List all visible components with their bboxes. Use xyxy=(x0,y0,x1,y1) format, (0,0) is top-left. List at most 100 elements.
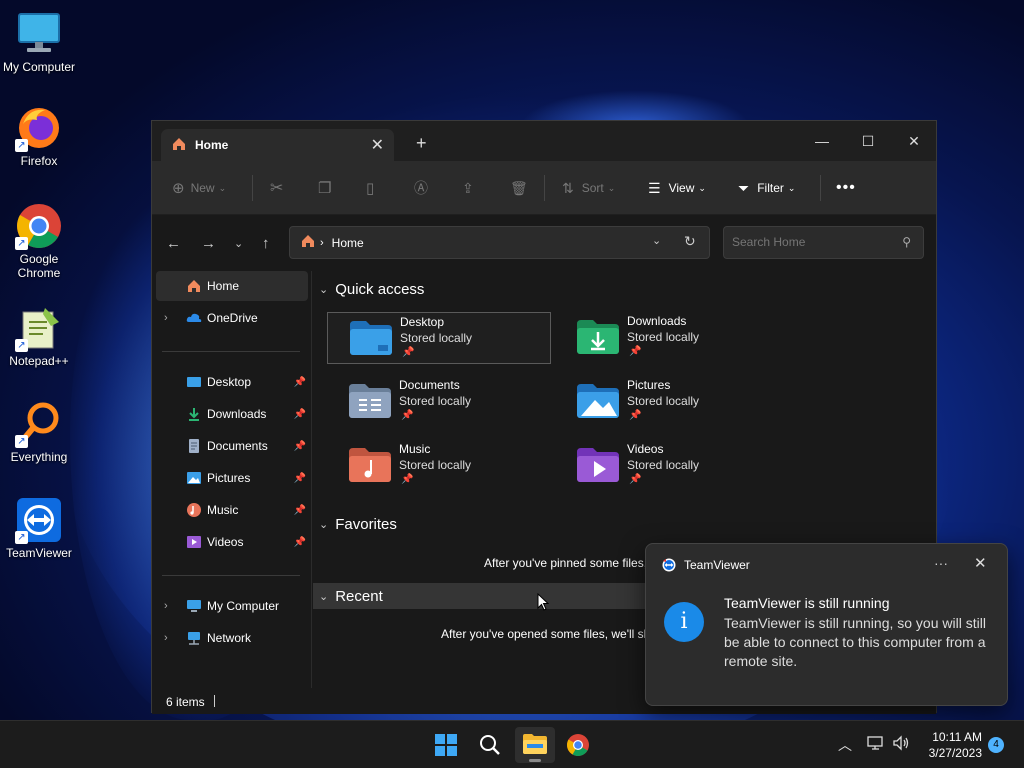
scissors-icon: ✂ xyxy=(270,180,284,197)
item-status: Stored locally xyxy=(399,458,472,472)
notification-toast[interactable]: TeamViewer ··· ✕ i TeamViewer is still r… xyxy=(645,543,1008,706)
sort-button[interactable]: ⇅ Sort ⌄ xyxy=(562,177,615,199)
search-button[interactable] xyxy=(470,727,510,763)
sidebar-item-desktop[interactable]: Desktop 📌 xyxy=(156,367,308,397)
desktop-icon-chrome[interactable]: ↗ Google Chrome xyxy=(0,202,78,280)
section-title: Quick access xyxy=(335,281,425,298)
new-tab-icon[interactable]: + xyxy=(416,133,427,154)
quick-access-item[interactable]: Documents Stored locally 📌 xyxy=(327,376,551,428)
quick-access-item[interactable]: Desktop Stored locally 📌 xyxy=(327,312,551,364)
show-hidden-icons-chevron-icon[interactable]: ︿ xyxy=(838,735,852,755)
copy-button[interactable]: ❐ xyxy=(318,177,331,199)
sidebar-item-downloads[interactable]: Downloads 📌 xyxy=(156,399,308,429)
favorites-empty-message: After you've pinned some files, xyxy=(484,556,648,570)
item-count: 6 items xyxy=(166,695,205,709)
toast-app-name: TeamViewer xyxy=(684,558,750,572)
taskbar-chrome[interactable] xyxy=(558,727,598,763)
address-bar[interactable]: › Home ⌄ ↻ xyxy=(289,226,710,259)
close-icon[interactable]: ✕ xyxy=(974,554,987,572)
more-options-icon[interactable]: ••• xyxy=(836,177,856,199)
chevron-right-icon[interactable]: › xyxy=(164,600,168,612)
close-window-icon[interactable]: ✕ xyxy=(891,127,937,155)
item-name: Pictures xyxy=(627,378,671,392)
share-button[interactable]: ⇪ xyxy=(462,177,474,199)
section-recent[interactable]: ⌄ Recent xyxy=(313,583,653,609)
view-button[interactable]: ☰ View ⌄ xyxy=(648,177,706,199)
taskbar-file-explorer[interactable] xyxy=(515,727,555,763)
sidebar-item-pictures[interactable]: Pictures 📌 xyxy=(156,463,308,493)
desktop-icon-teamviewer[interactable]: ↗ TeamViewer xyxy=(0,496,78,560)
document-icon xyxy=(186,438,202,454)
quick-access-item[interactable]: Downloads Stored locally 📌 xyxy=(555,312,779,364)
chevron-right-icon[interactable]: › xyxy=(164,632,168,644)
search-box[interactable]: ⚲ xyxy=(723,226,924,259)
rename-icon: Ⓐ xyxy=(414,180,428,196)
desktop-icon-notepadpp[interactable]: ↗ Notepad++ xyxy=(0,304,78,368)
sidebar-item-documents[interactable]: Documents 📌 xyxy=(156,431,308,461)
delete-button[interactable]: 🗑 xyxy=(510,177,528,199)
chevron-right-icon[interactable]: › xyxy=(164,312,168,324)
sidebar-divider xyxy=(162,351,300,352)
more-options-icon[interactable]: ··· xyxy=(934,555,948,571)
tab-close-icon[interactable]: ✕ xyxy=(371,135,384,155)
new-label: New xyxy=(190,181,215,195)
desktop-icon-firefox[interactable]: ↗ Firefox xyxy=(0,104,78,168)
refresh-icon[interactable]: ↻ xyxy=(684,233,696,250)
sidebar-item-network[interactable]: › Network xyxy=(156,623,308,653)
toast-title: TeamViewer is still running xyxy=(724,595,890,611)
chrome-icon: ↗ xyxy=(15,202,63,250)
sidebar-item-label: OneDrive xyxy=(207,311,258,325)
sort-label: Sort xyxy=(581,181,604,195)
start-button[interactable] xyxy=(426,727,466,763)
sidebar-item-videos[interactable]: Videos 📌 xyxy=(156,527,308,557)
maximize-icon[interactable]: ☐ xyxy=(845,127,891,155)
magnifier-icon: ↗ xyxy=(15,400,63,448)
desktop-icon-my-computer[interactable]: My Computer xyxy=(0,10,78,74)
new-button[interactable]: ⊕ New ⌄ xyxy=(172,177,226,199)
up-arrow-icon[interactable]: ↑ xyxy=(262,235,270,252)
forward-arrow-icon[interactable]: → xyxy=(201,235,216,252)
chevron-down-icon: ⌄ xyxy=(698,182,706,193)
sort-icon: ⇅ xyxy=(562,179,574,196)
minimize-icon[interactable]: — xyxy=(799,127,845,155)
section-quick-access[interactable]: ⌄ Quick access xyxy=(319,281,424,298)
network-icon xyxy=(186,630,202,646)
desktop-icon xyxy=(186,374,202,390)
sidebar-item-home[interactable]: Home xyxy=(156,271,308,301)
volume-icon[interactable] xyxy=(892,735,910,754)
desktop-icon-everything[interactable]: ↗ Everything xyxy=(0,400,78,464)
address-dropdown-icon[interactable]: ⌄ xyxy=(652,234,661,247)
breadcrumb-separator-icon: › xyxy=(320,236,324,249)
toast-body: TeamViewer is still running, so you will… xyxy=(724,615,986,669)
item-name: Documents xyxy=(399,378,460,392)
notification-badge[interactable]: 4 xyxy=(988,737,1004,753)
sidebar-item-label: Downloads xyxy=(207,407,267,421)
rename-button[interactable]: Ⓐ xyxy=(414,177,428,199)
monitor-icon xyxy=(186,598,202,614)
sidebar-item-label: My Computer xyxy=(207,599,280,613)
filter-button[interactable]: ⏷ Filter ⌄ xyxy=(738,177,795,199)
tab-title: Home xyxy=(195,138,229,152)
clipboard-icon: ▯ xyxy=(366,180,375,197)
item-status: Stored locally xyxy=(627,394,700,408)
sidebar-item-music[interactable]: Music 📌 xyxy=(156,495,308,525)
quick-access-item[interactable]: Pictures Stored locally 📌 xyxy=(555,376,779,428)
trash-icon: 🗑 xyxy=(510,179,528,196)
paste-button[interactable]: ▯ xyxy=(366,177,374,199)
quick-access-item[interactable]: Music Stored locally 📌 xyxy=(327,440,551,492)
network-status-icon[interactable] xyxy=(867,735,885,754)
quick-access-item[interactable]: Videos Stored locally 📌 xyxy=(555,440,779,492)
shortcut-arrow-icon: ↗ xyxy=(15,237,28,250)
pin-icon: 📌 xyxy=(401,474,414,485)
back-arrow-icon[interactable]: ← xyxy=(166,235,181,252)
search-input[interactable] xyxy=(732,235,892,249)
system-clock[interactable]: 10:11 AM 3/27/2023 xyxy=(920,729,982,761)
sidebar-item-my-computer[interactable]: › My Computer xyxy=(156,591,308,621)
shortcut-arrow-icon: ↗ xyxy=(15,339,28,352)
section-favorites[interactable]: ⌄ Favorites xyxy=(319,516,397,533)
toolbar-divider xyxy=(820,175,821,201)
sidebar-item-onedrive[interactable]: › OneDrive xyxy=(156,303,308,333)
cut-button[interactable]: ✂ xyxy=(270,177,283,199)
tab-home[interactable]: Home ✕ xyxy=(161,129,394,161)
recent-locations-chevron-icon[interactable]: ⌄ xyxy=(234,237,243,250)
